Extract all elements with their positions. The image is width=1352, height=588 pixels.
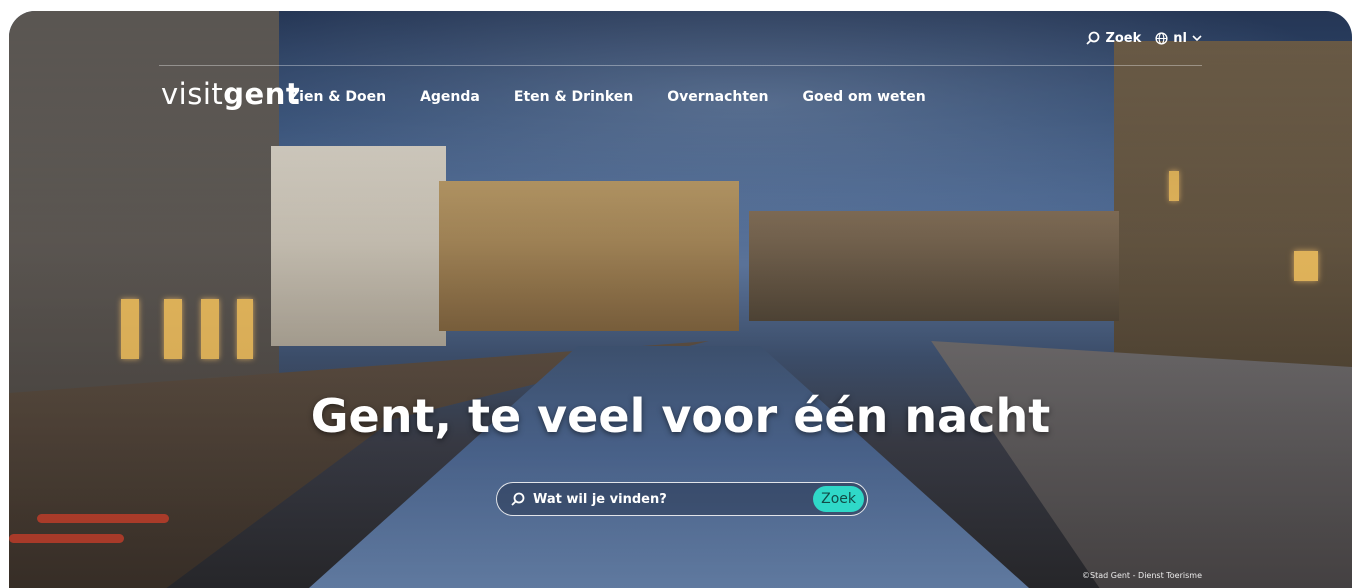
- nav-item-eten-drinken[interactable]: Eten & Drinken: [514, 89, 633, 105]
- chevron-down-icon: [1192, 35, 1202, 42]
- language-selector[interactable]: nl: [1155, 31, 1202, 46]
- nav-item-overnachten[interactable]: Overnachten: [667, 89, 768, 105]
- search-icon: [511, 492, 525, 506]
- globe-icon: [1155, 31, 1168, 45]
- hero-section: Zoek nl visitgent Zien & Doen Agenda Ete…: [9, 11, 1352, 588]
- language-label: nl: [1173, 30, 1187, 46]
- nav-item-zien-doen[interactable]: Zien & Doen: [289, 89, 386, 105]
- nav-item-goed-om-weten[interactable]: Goed om weten: [803, 89, 926, 105]
- logo-text-light: visit: [161, 77, 224, 111]
- photo-credit: ©Stad Gent - Dienst Toerisme: [1082, 571, 1202, 580]
- hero-headline: Gent, te veel voor één nacht: [310, 389, 1051, 443]
- top-search-link[interactable]: Zoek: [1086, 31, 1141, 46]
- search-icon: [1086, 31, 1100, 45]
- hero-search-button[interactable]: Zoek: [813, 486, 864, 512]
- top-search-label: Zoek: [1105, 30, 1142, 46]
- hero-search-bar: Zoek: [496, 482, 868, 516]
- nav-item-agenda[interactable]: Agenda: [420, 89, 480, 105]
- hero-search-input[interactable]: [531, 490, 814, 508]
- main-nav: Zien & Doen Agenda Eten & Drinken Overna…: [289, 89, 926, 105]
- visitgent-logo[interactable]: visitgent: [161, 77, 300, 111]
- utility-bar: Zoek nl: [1086, 27, 1202, 49]
- header-divider: [159, 65, 1202, 66]
